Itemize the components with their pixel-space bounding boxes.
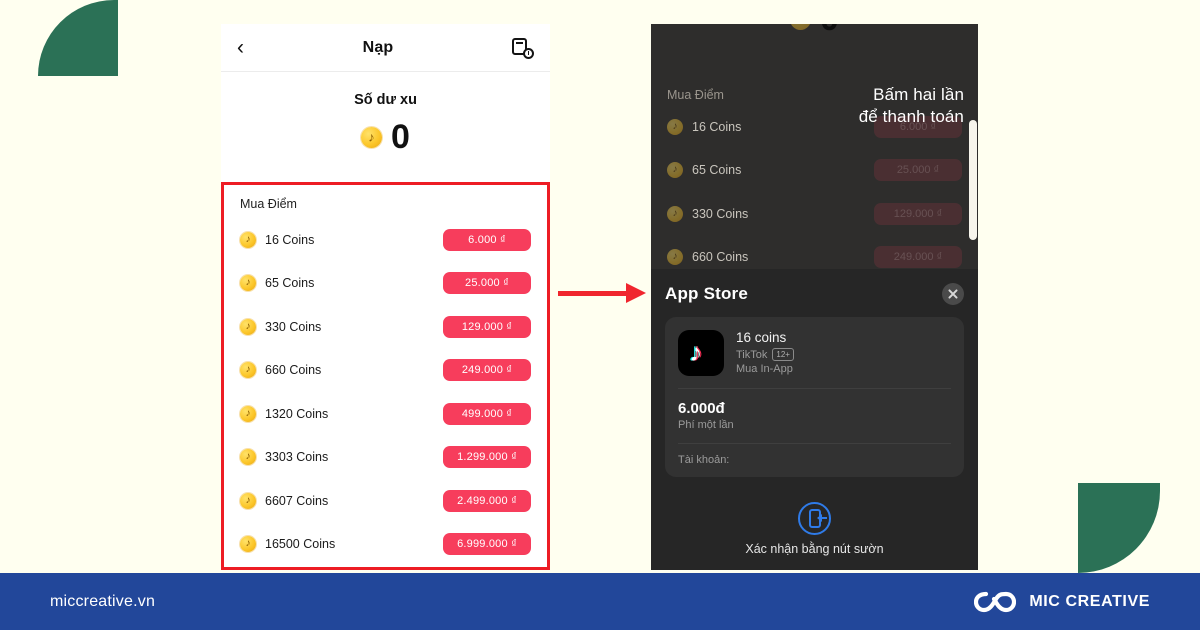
nav-bar: ‹ Nạp: [221, 24, 550, 72]
dimmed-background: ♪ 0 Mua Điểm ♪ 16 Coins 6.000 ₫ ♪ 65 Coi…: [651, 24, 978, 269]
account-label: Tài khoản:: [678, 454, 730, 466]
price-button[interactable]: 6.000 ₫: [443, 228, 531, 251]
coin-amount: 1320 Coins: [265, 406, 329, 421]
tiktok-icon: ♪ ♪ ♪: [678, 330, 724, 376]
back-icon[interactable]: ‹: [237, 37, 244, 58]
purchase-card: ♪ ♪ ♪ 16 coins TikTok 12+ Mua In-App 6.000…: [665, 317, 964, 477]
price-button: 129.000 ₫: [874, 203, 962, 225]
tiktok-coin-icon: ♪: [240, 449, 256, 466]
scrollbar[interactable]: [969, 120, 977, 240]
tiktok-coin-icon: ♪: [667, 249, 683, 265]
footer-bar: miccreative.vn MIC CREATIVE: [0, 573, 1200, 630]
transaction-history-icon[interactable]: [511, 37, 534, 59]
tiktok-coin-icon: ♪: [667, 119, 683, 135]
price-button[interactable]: 249.000 ₫: [443, 359, 531, 382]
buy-section-title: Mua Điểm: [667, 88, 724, 102]
tiktok-coin-icon: ♪: [361, 126, 383, 148]
price-amount: 6.000đ: [678, 400, 725, 417]
price-button[interactable]: 25.000 ₫: [443, 272, 531, 295]
price-button: 249.000 ₫: [874, 246, 962, 268]
table-row[interactable]: ♪ 6607 Coins 2.499.000 ₫: [240, 479, 531, 523]
coin-amount: 16 Coins: [265, 232, 315, 247]
sheet-header: App Store: [665, 283, 964, 305]
infinity-logo-icon: [974, 591, 1017, 612]
brand-logo: MIC CREATIVE: [974, 590, 1150, 614]
coin-amount: 16 Coins: [692, 120, 742, 134]
table-row[interactable]: ♪ 65 Coins 25.000 ₫: [240, 262, 531, 306]
price-button: 25.000 ₫: [874, 159, 962, 181]
tiktok-coin-icon: ♪: [240, 492, 256, 509]
buy-points-section: Mua Điểm ♪ 16 Coins 6.000 ₫ ♪ 65 Coins 2…: [221, 182, 550, 570]
coin-amount: 3303 Coins: [265, 450, 329, 465]
tiktok-coin-icon: ♪: [240, 362, 256, 379]
tiktok-coin-icon: ♪: [240, 275, 256, 292]
balance-label: Số dư xu: [354, 92, 417, 108]
price-button[interactable]: 129.000 ₫: [443, 315, 531, 338]
table-row[interactable]: ♪ 16 Coins 6.000 ₫: [240, 218, 531, 262]
coin-amount: 16500 Coins: [265, 537, 336, 552]
balance-row: ♪ 0: [221, 120, 550, 154]
tiktok-coin-icon: ♪: [240, 536, 256, 553]
hint-line-1: Bấm hai lần: [873, 85, 964, 104]
balance-row: ♪ 0: [651, 24, 978, 36]
price-button[interactable]: 6.999.000 ₫: [443, 533, 531, 556]
price-button[interactable]: 499.000 ₫: [443, 402, 531, 425]
coin-amount: 65 Coins: [692, 163, 742, 177]
decor-green-top-left: [38, 0, 118, 76]
coin-amount: 660 Coins: [692, 250, 749, 264]
tiktok-coin-icon: ♪: [790, 24, 812, 30]
table-row: ♪ 330 Coins 129.000 ₫: [667, 203, 962, 225]
table-row[interactable]: ♪ 1320 Coins 499.000 ₫: [240, 392, 531, 436]
balance-value: 0: [391, 118, 410, 156]
hint-line-2: để thanh toán: [858, 107, 964, 127]
page-title: Nạp: [362, 38, 394, 56]
website-url[interactable]: miccreative.vn: [50, 593, 155, 611]
price-button[interactable]: 1.299.000 ₫: [443, 446, 531, 469]
decor-green-bottom-right: [1078, 483, 1160, 573]
tiktok-coin-icon: ♪: [240, 405, 256, 422]
table-row[interactable]: ♪ 16500 Coins 6.999.000 ₫: [240, 523, 531, 567]
app-store-sheet: App Store ♪ ♪ ♪ 16 coins TikTok 12+ Mua In…: [651, 269, 978, 570]
table-row[interactable]: ♪ 660 Coins 249.000 ₫: [240, 349, 531, 393]
table-row[interactable]: ♪ 330 Coins 129.000 ₫: [240, 305, 531, 349]
item-name: 16 coins: [736, 330, 787, 345]
tiktok-coin-icon: ♪: [667, 206, 683, 222]
purchase-type: Mua In-App: [736, 363, 793, 375]
confirm-section: Xác nhận bằng nút sườn: [651, 502, 978, 556]
double-click-hint: Bấm hai lần để thanh toán: [794, 84, 964, 129]
balance-value: 0: [820, 24, 839, 36]
purchase-item: ♪ ♪ ♪ 16 coins TikTok 12+ Mua In-App: [665, 317, 964, 388]
fee-note: Phí một lần: [678, 419, 734, 431]
coin-amount: 330 Coins: [265, 319, 322, 334]
table-row[interactable]: ♪ 3303 Coins 1.299.000 ₫: [240, 436, 531, 480]
sheet-title: App Store: [665, 284, 749, 303]
balance-section: Số dư xu ♪ 0: [221, 72, 550, 180]
app-name: TikTok: [736, 348, 768, 361]
side-button-icon: [798, 502, 831, 535]
buy-section-title: Mua Điểm: [240, 197, 297, 211]
confirm-text: Xác nhận bằng nút sườn: [745, 542, 884, 556]
table-row: ♪ 65 Coins 25.000 ₫: [667, 159, 962, 181]
coin-amount: 330 Coins: [692, 207, 749, 221]
tiktok-coin-icon: ♪: [667, 162, 683, 178]
right-phone-screenshot: ♪ 0 Mua Điểm ♪ 16 Coins 6.000 ₫ ♪ 65 Coi…: [651, 24, 978, 570]
age-rating-badge: 12+: [772, 348, 794, 361]
coin-amount: 660 Coins: [265, 363, 322, 378]
tiktok-coin-icon: ♪: [240, 231, 256, 248]
close-icon[interactable]: [942, 283, 964, 305]
price-button[interactable]: 2.499.000 ₫: [443, 489, 531, 512]
price-section: 6.000đ Phí một lần: [665, 389, 964, 443]
coin-amount: 6607 Coins: [265, 493, 329, 508]
table-row: ♪ 660 Coins 249.000 ₫: [667, 246, 962, 268]
left-phone-screenshot: ‹ Nạp Số dư xu ♪ 0 Mua Điểm ♪ 16 Coins 6…: [221, 24, 550, 570]
right-arrow-icon: [558, 283, 646, 303]
coin-amount: 65 Coins: [265, 276, 315, 291]
brand-name: MIC CREATIVE: [1029, 592, 1150, 610]
tiktok-coin-icon: ♪: [240, 318, 256, 335]
